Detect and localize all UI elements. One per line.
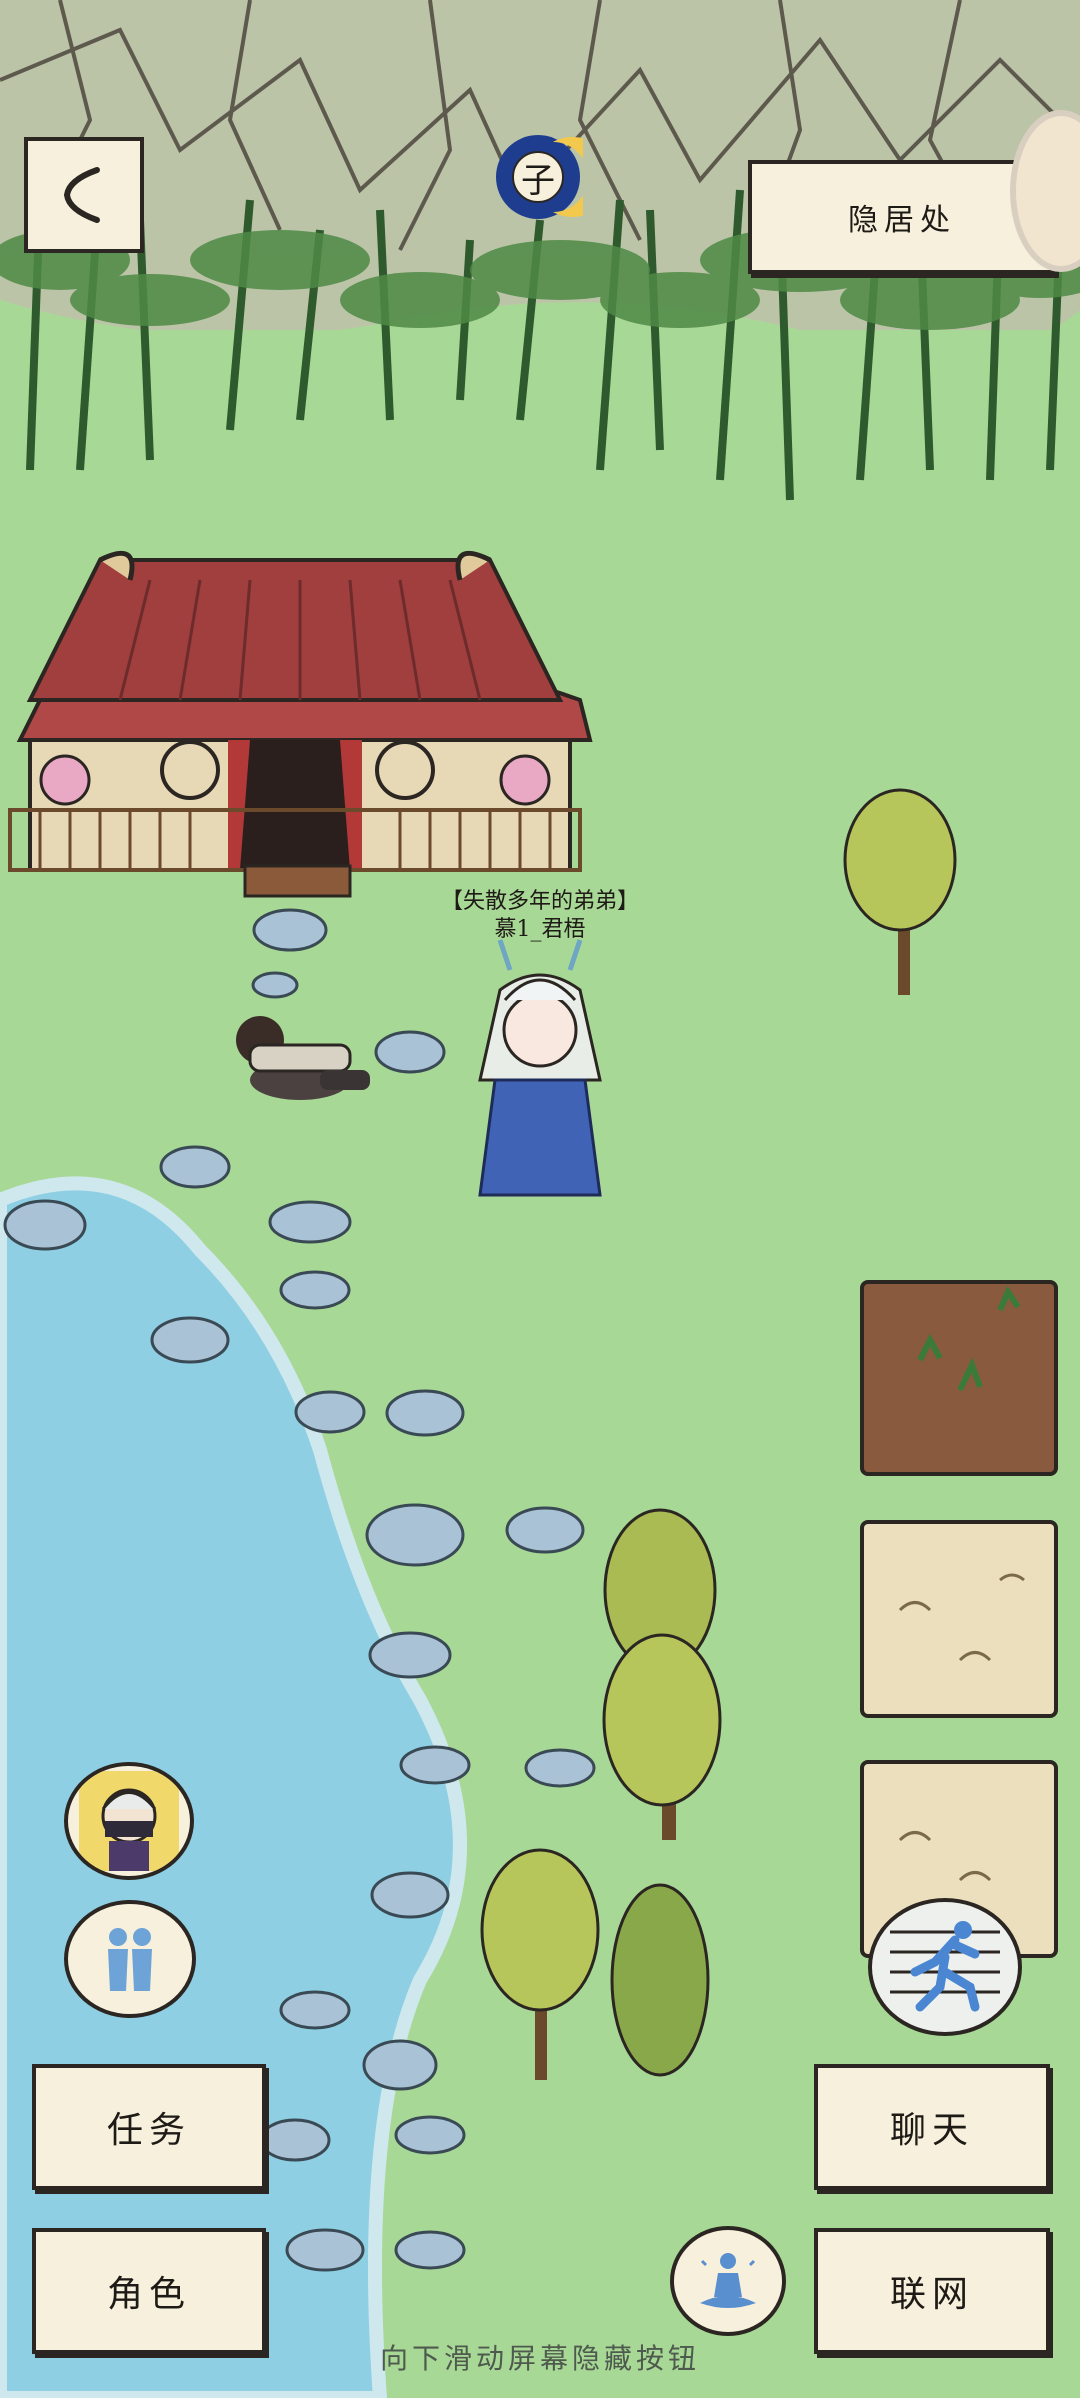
role-button[interactable]: 角色 (32, 2228, 266, 2354)
task-button[interactable]: 任务 (32, 2064, 266, 2190)
party-button[interactable] (64, 1900, 196, 2018)
farm-plot-planted (860, 1280, 1058, 1476)
two-people-icon (108, 1928, 152, 1991)
run-button[interactable] (868, 1898, 1022, 2036)
ninja-avatar-icon (79, 1771, 179, 1871)
tree (610, 1883, 710, 2077)
game-scene (0, 0, 1080, 2398)
npc-title: 【失散多年的弟弟】 (440, 889, 639, 914)
swipe-hint: 向下滑动屏幕隐藏按钮 (379, 2342, 700, 2375)
back-button[interactable] (24, 137, 144, 253)
time-character: 子 (521, 160, 555, 201)
companion-avatar-button[interactable] (64, 1762, 194, 1880)
npc-name: 慕1_君梧 (494, 917, 586, 942)
pavilion-house (8, 550, 593, 898)
chat-button[interactable]: 聊天 (814, 2064, 1050, 2190)
farm-plot-empty (860, 1520, 1058, 1718)
running-figure-icon (890, 1921, 1000, 2012)
meditation-icon (700, 2253, 756, 2308)
time-badge: 子 (493, 132, 613, 222)
meditate-button[interactable] (670, 2226, 786, 2336)
back-arrow-icon (63, 167, 100, 223)
network-button[interactable]: 联网 (814, 2228, 1050, 2354)
npc-nametag: 【失散多年的弟弟】 慕1_君梧 (390, 888, 690, 944)
